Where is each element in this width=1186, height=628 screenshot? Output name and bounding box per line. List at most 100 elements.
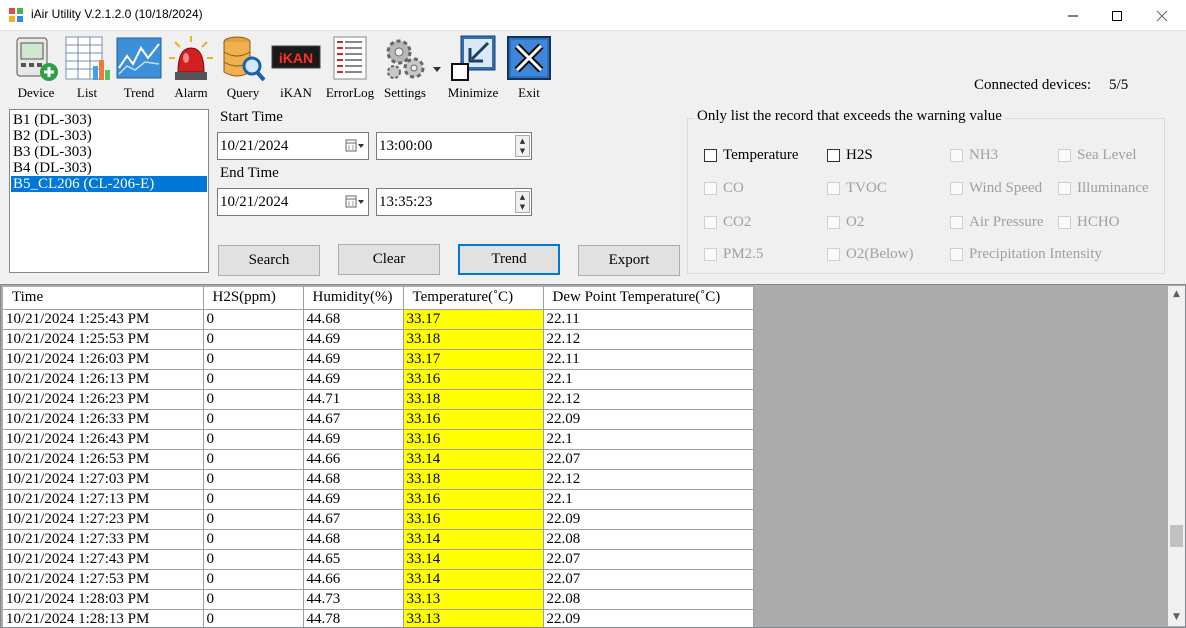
table-row[interactable]: 10/21/2024 1:27:23 PM 0 44.67 33.16 22.09 — [3, 509, 754, 530]
cell-time[interactable]: 10/21/2024 1:27:53 PM — [3, 569, 204, 590]
cell-temperature[interactable]: 33.13 — [403, 609, 544, 627]
cell-humidity[interactable]: 44.68 — [303, 529, 404, 550]
cell-time[interactable]: 10/21/2024 1:28:13 PM — [3, 609, 204, 627]
column-header-humidity[interactable]: Humidity(%) — [303, 287, 404, 310]
cell-dew-point[interactable]: 22.1 — [543, 369, 754, 390]
cell-dew-point[interactable]: 22.08 — [543, 589, 754, 610]
cell-h2s[interactable]: 0 — [203, 409, 304, 430]
cell-temperature[interactable]: 33.17 — [403, 349, 544, 370]
cell-temperature[interactable]: 33.16 — [403, 509, 544, 530]
trend-button[interactable]: Trend — [458, 244, 560, 275]
cell-time[interactable]: 10/21/2024 1:28:03 PM — [3, 589, 204, 610]
cell-dew-point[interactable]: 22.09 — [543, 509, 754, 530]
cell-h2s[interactable]: 0 — [203, 569, 304, 590]
device-list-item[interactable]: B2 (DL-303) — [11, 128, 207, 144]
clear-button[interactable]: Clear — [338, 244, 440, 275]
cell-time[interactable]: 10/21/2024 1:26:13 PM — [3, 369, 204, 390]
export-button[interactable]: Export — [578, 245, 680, 276]
settings-dropdown-arrow-icon[interactable] — [433, 62, 441, 72]
cell-h2s[interactable]: 0 — [203, 349, 304, 370]
cell-temperature[interactable]: 33.16 — [403, 409, 544, 430]
start-time-field[interactable]: 13:00:00 ▲ ▼ — [376, 132, 532, 160]
toolbar-minimize-button[interactable]: Minimize — [447, 34, 499, 101]
cell-humidity[interactable]: 44.69 — [303, 369, 404, 390]
cell-h2s[interactable]: 0 — [203, 369, 304, 390]
cell-time[interactable]: 10/21/2024 1:26:23 PM — [3, 389, 204, 410]
cell-time[interactable]: 10/21/2024 1:26:33 PM — [3, 409, 204, 430]
calendar-dropdown-icon[interactable] — [345, 195, 365, 209]
cell-dew-point[interactable]: 22.11 — [543, 349, 754, 370]
cell-humidity[interactable]: 44.66 — [303, 569, 404, 590]
cell-temperature[interactable]: 33.18 — [403, 389, 544, 410]
cell-h2s[interactable]: 0 — [203, 389, 304, 410]
table-row[interactable]: 10/21/2024 1:28:03 PM 0 44.73 33.13 22.08 — [3, 589, 754, 610]
cell-time[interactable]: 10/21/2024 1:27:23 PM — [3, 509, 204, 530]
cell-time[interactable]: 10/21/2024 1:27:13 PM — [3, 489, 204, 510]
toolbar-list-button[interactable]: List — [62, 34, 112, 101]
column-header-dew-point[interactable]: Dew Point Temperature(˚C) — [543, 287, 754, 310]
end-date-picker[interactable]: 10/21/2024 — [217, 188, 369, 216]
cell-dew-point[interactable]: 22.1 — [543, 429, 754, 450]
device-list[interactable]: B1 (DL-303) B2 (DL-303) B3 (DL-303) B4 (… — [9, 109, 209, 273]
cell-h2s[interactable]: 0 — [203, 589, 304, 610]
table-row[interactable]: 10/21/2024 1:27:33 PM 0 44.68 33.14 22.08 — [3, 529, 754, 550]
device-list-item[interactable]: B4 (DL-303) — [11, 160, 207, 176]
cell-dew-point[interactable]: 22.12 — [543, 329, 754, 350]
toolbar-ikan-button[interactable]: iKAN iKAN — [270, 34, 322, 101]
window-close-button[interactable] — [1139, 0, 1185, 31]
cell-humidity[interactable]: 44.66 — [303, 449, 404, 470]
cell-temperature[interactable]: 33.18 — [403, 329, 544, 350]
start-time-spinner[interactable]: ▲ ▼ — [515, 135, 530, 157]
cell-temperature[interactable]: 33.17 — [403, 309, 544, 330]
cell-temperature[interactable]: 33.16 — [403, 369, 544, 390]
window-minimize-button[interactable] — [1050, 0, 1096, 31]
table-row[interactable]: 10/21/2024 1:26:23 PM 0 44.71 33.18 22.12 — [3, 389, 754, 410]
table-row[interactable]: 10/21/2024 1:25:43 PM 0 44.68 33.17 22.11 — [3, 309, 754, 330]
cell-humidity[interactable]: 44.68 — [303, 469, 404, 490]
cell-temperature[interactable]: 33.14 — [403, 529, 544, 550]
cell-temperature[interactable]: 33.14 — [403, 449, 544, 470]
cell-time[interactable]: 10/21/2024 1:26:53 PM — [3, 449, 204, 470]
cell-temperature[interactable]: 33.13 — [403, 589, 544, 610]
cell-humidity[interactable]: 44.68 — [303, 309, 404, 330]
cell-time[interactable]: 10/21/2024 1:27:33 PM — [3, 529, 204, 550]
cell-time[interactable]: 10/21/2024 1:27:43 PM — [3, 549, 204, 570]
table-row[interactable]: 10/21/2024 1:26:43 PM 0 44.69 33.16 22.1 — [3, 429, 754, 450]
cell-dew-point[interactable]: 22.09 — [543, 409, 754, 430]
end-time-spinner[interactable]: ▲ ▼ — [515, 191, 530, 213]
scroll-down-arrow-icon[interactable]: ▼ — [1168, 609, 1185, 626]
cell-time[interactable]: 10/21/2024 1:27:03 PM — [3, 469, 204, 490]
scroll-up-arrow-icon[interactable]: ▲ — [1168, 286, 1185, 303]
table-row[interactable]: 10/21/2024 1:28:13 PM 0 44.78 33.13 22.09 — [3, 609, 754, 627]
cell-time[interactable]: 10/21/2024 1:26:03 PM — [3, 349, 204, 370]
cell-temperature[interactable]: 33.14 — [403, 549, 544, 570]
temperature-checkbox[interactable]: Temperature — [704, 147, 799, 164]
start-date-picker[interactable]: 10/21/2024 — [217, 132, 369, 160]
cell-h2s[interactable]: 0 — [203, 529, 304, 550]
cell-dew-point[interactable]: 22.09 — [543, 609, 754, 627]
cell-dew-point[interactable]: 22.12 — [543, 389, 754, 410]
cell-humidity[interactable]: 44.69 — [303, 489, 404, 510]
table-row[interactable]: 10/21/2024 1:26:03 PM 0 44.69 33.17 22.11 — [3, 349, 754, 370]
window-maximize-button[interactable] — [1094, 0, 1140, 31]
table-row[interactable]: 10/21/2024 1:27:43 PM 0 44.65 33.14 22.07 — [3, 549, 754, 570]
toolbar-query-button[interactable]: Query — [218, 34, 268, 101]
cell-humidity[interactable]: 44.67 — [303, 509, 404, 530]
cell-temperature[interactable]: 33.16 — [403, 489, 544, 510]
cell-humidity[interactable]: 44.73 — [303, 589, 404, 610]
cell-humidity[interactable]: 44.65 — [303, 549, 404, 570]
table-row[interactable]: 10/21/2024 1:25:53 PM 0 44.69 33.18 22.12 — [3, 329, 754, 350]
calendar-dropdown-icon[interactable] — [345, 139, 365, 153]
cell-h2s[interactable]: 0 — [203, 329, 304, 350]
table-row[interactable]: 10/21/2024 1:26:13 PM 0 44.69 33.16 22.1 — [3, 369, 754, 390]
cell-temperature[interactable]: 33.16 — [403, 429, 544, 450]
toolbar-errorlog-button[interactable]: ErrorLog — [324, 34, 376, 101]
toolbar-trend-button[interactable]: Trend — [114, 34, 164, 101]
table-row[interactable]: 10/21/2024 1:26:33 PM 0 44.67 33.16 22.09 — [3, 409, 754, 430]
table-row[interactable]: 10/21/2024 1:27:13 PM 0 44.69 33.16 22.1 — [3, 489, 754, 510]
device-list-item[interactable]: B1 (DL-303) — [11, 112, 207, 128]
cell-humidity[interactable]: 44.69 — [303, 329, 404, 350]
end-time-field[interactable]: 13:35:23 ▲ ▼ — [376, 188, 532, 216]
vertical-scrollbar[interactable]: ▲ ▼ — [1168, 286, 1185, 626]
cell-h2s[interactable]: 0 — [203, 609, 304, 627]
